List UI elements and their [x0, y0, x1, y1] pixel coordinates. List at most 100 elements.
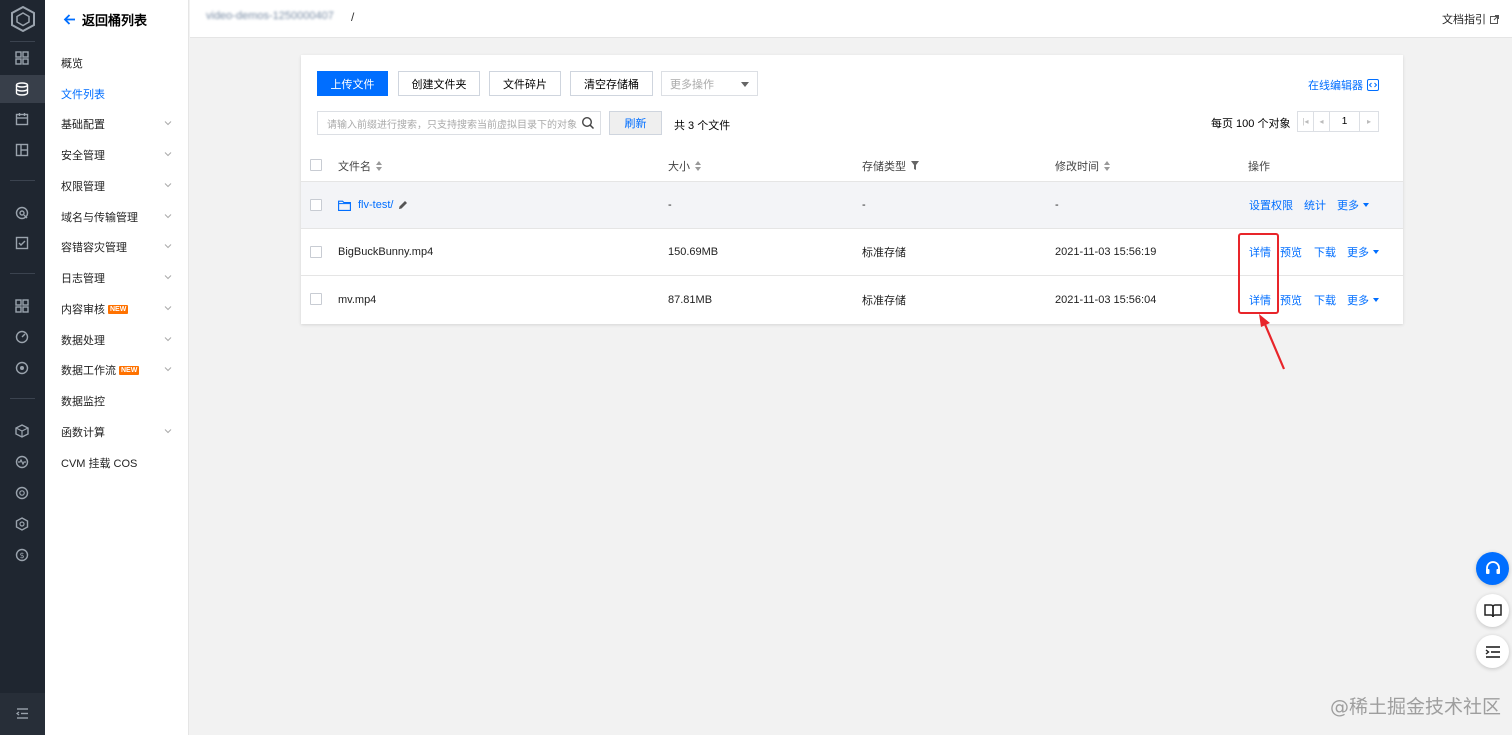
row-checkbox[interactable]: [310, 293, 322, 305]
action-link[interactable]: 设置权限: [1249, 197, 1293, 213]
size-cell: -: [668, 182, 672, 228]
sidebar-item-label: 权限管理: [61, 181, 105, 193]
cube-logo-icon[interactable]: [10, 6, 36, 32]
menu-collapse-icon[interactable]: [16, 707, 29, 720]
dollar-icon[interactable]: $: [14, 547, 30, 563]
size-value: 87.81MB: [668, 293, 713, 306]
clear-bucket-button[interactable]: 清空存储桶: [570, 71, 653, 96]
database-icon[interactable]: [14, 81, 30, 97]
more-actions-dropdown[interactable]: 更多: [1347, 292, 1379, 308]
list-indent-icon[interactable]: [1476, 635, 1509, 668]
rail-divider: [10, 180, 35, 181]
sidebar-item[interactable]: 数据工作流 NEW: [61, 360, 179, 380]
select-all-checkbox[interactable]: [310, 159, 322, 171]
storage-cell: 标准存储: [862, 229, 906, 275]
more-actions-dropdown[interactable]: 更多: [1347, 244, 1379, 260]
sidebar-item[interactable]: 容错容灾管理: [61, 237, 179, 257]
prefix-search-input[interactable]: 请输入前缀进行搜索，只支持搜索当前虚拟目录下的对象: [317, 111, 601, 135]
storage-cell: 标准存储: [862, 276, 906, 323]
annotation-arrow-icon: [1259, 314, 1286, 370]
hex-gear-icon[interactable]: [14, 516, 30, 532]
col-storage-type[interactable]: 存储类型: [862, 150, 919, 181]
scan-icon[interactable]: [14, 485, 30, 501]
per-page-label[interactable]: 每页 100 个对象: [1211, 115, 1290, 131]
table-header: 文件名 大小 存储类型 修改时间 操作: [301, 150, 1403, 182]
caret-down-icon: [1363, 203, 1369, 207]
headset-icon[interactable]: [1476, 552, 1509, 585]
more-operations-select[interactable]: 更多操作: [661, 71, 758, 96]
sidebar-item[interactable]: 数据处理: [61, 330, 179, 350]
layout-icon[interactable]: [14, 142, 30, 158]
sidebar-item-label: 内容审核: [61, 304, 105, 316]
col-name-label: 文件名: [338, 160, 371, 173]
modified-cell: -: [1055, 182, 1059, 228]
monitor-icon[interactable]: [14, 205, 30, 221]
action-link[interactable]: 预览: [1280, 292, 1302, 308]
sidebar-item[interactable]: 域名与传输管理: [61, 207, 179, 227]
pulse-icon[interactable]: [14, 454, 30, 470]
filter-icon[interactable]: [911, 161, 919, 170]
new-badge: NEW: [119, 365, 140, 375]
next-page-icon[interactable]: ▸: [1360, 112, 1378, 131]
row-checkbox[interactable]: [310, 199, 322, 211]
calendar-icon[interactable]: [14, 111, 30, 127]
target-icon[interactable]: [14, 360, 30, 376]
col-size[interactable]: 大小: [668, 150, 701, 181]
box-icon[interactable]: [14, 423, 30, 439]
sidebar-item[interactable]: 基础配置: [61, 114, 179, 134]
action-link[interactable]: 预览: [1280, 244, 1302, 260]
refresh-button[interactable]: 刷新: [609, 111, 662, 135]
name-cell[interactable]: flv-test/: [338, 182, 408, 228]
more-label: 更多: [1347, 247, 1369, 259]
action-link[interactable]: 下载: [1314, 292, 1336, 308]
sidebar-item[interactable]: 安全管理: [61, 145, 179, 165]
nav-sidebar: 返回桶列表 概览文件列表基础配置安全管理权限管理域名与传输管理 容错容灾管理 日志管…: [45, 0, 189, 735]
modified-cell: 2021-11-03 15:56:19: [1055, 229, 1156, 275]
col-name[interactable]: 文件名: [338, 150, 382, 181]
online-editor-link[interactable]: 在线编辑器: [1308, 77, 1379, 93]
size-cell: 150.69MB: [668, 229, 718, 275]
doc-guide-link[interactable]: 文档指引: [1442, 11, 1499, 27]
search-icon[interactable]: [581, 116, 595, 130]
sidebar-item[interactable]: 内容审核 NEW: [61, 299, 179, 319]
action-link[interactable]: 下载: [1314, 244, 1336, 260]
sidebar-item[interactable]: 日志管理: [61, 268, 179, 288]
modified-value: 2021-11-03 15:56:19: [1055, 246, 1157, 258]
back-to-bucket-list[interactable]: 返回桶列表: [63, 11, 147, 28]
book-icon[interactable]: [1476, 594, 1509, 627]
name-cell[interactable]: mv.mp4: [338, 276, 376, 323]
modified-value: 2021-11-03 15:56:04: [1055, 293, 1157, 306]
sidebar-item[interactable]: 概览: [61, 53, 179, 73]
page-number-input[interactable]: 1: [1330, 112, 1360, 131]
dashboard-icon[interactable]: [14, 50, 30, 66]
more-operations-label: 更多操作: [670, 78, 714, 91]
sidebar-item[interactable]: 权限管理: [61, 176, 179, 196]
bucket-breadcrumb[interactable]: video-demos-1250000407: [206, 10, 334, 24]
folder-name-link[interactable]: flv-test/: [358, 199, 393, 211]
sidebar-item[interactable]: 函数计算: [61, 422, 179, 442]
sidebar-item[interactable]: CVM 挂载 COS: [61, 453, 179, 473]
action-link[interactable]: 统计: [1304, 197, 1326, 213]
chevron-down-icon: [164, 214, 172, 219]
prev-page-icon[interactable]: ◂: [1314, 112, 1330, 131]
sidebar-item-label: 函数计算: [61, 427, 105, 439]
checklist-icon[interactable]: [14, 235, 30, 251]
more-actions-dropdown[interactable]: 更多: [1337, 197, 1369, 213]
grid-icon[interactable]: [14, 298, 30, 314]
edit-pencil-icon[interactable]: [398, 200, 408, 210]
col-modified[interactable]: 修改时间: [1055, 150, 1110, 181]
create-folder-button[interactable]: 创建文件夹: [398, 71, 480, 96]
speed-icon[interactable]: [14, 329, 30, 345]
file-fragments-button[interactable]: 文件碎片: [489, 71, 561, 96]
table-row[interactable]: flv-test/ - - - 设置权限 统计 更多: [301, 182, 1403, 229]
name-cell[interactable]: BigBuckBunny.mp4: [338, 229, 433, 275]
row-checkbox[interactable]: [310, 246, 322, 258]
storage-value: 标准存储: [862, 247, 906, 259]
upload-file-button[interactable]: 上传文件: [317, 71, 388, 96]
sidebar-item[interactable]: 文件列表: [61, 84, 179, 104]
arrow-left-icon: [63, 13, 75, 25]
more-label: 更多: [1337, 200, 1359, 212]
sidebar-item[interactable]: 数据监控: [61, 391, 179, 411]
first-page-icon[interactable]: |◂: [1298, 112, 1314, 131]
svg-text:$: $: [19, 551, 24, 560]
